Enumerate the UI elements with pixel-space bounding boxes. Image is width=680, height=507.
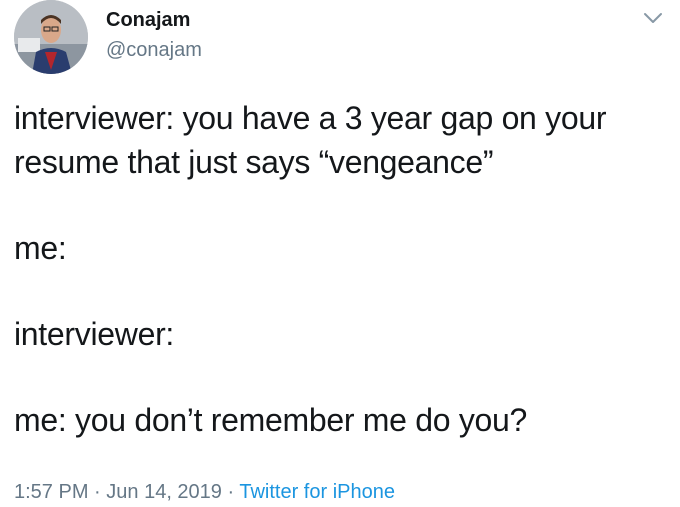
tweet-date[interactable]: Jun 14, 2019 bbox=[106, 481, 222, 503]
chevron-down-icon[interactable] bbox=[642, 10, 664, 26]
user-info: Conajam @conajam bbox=[106, 8, 202, 62]
tweet-meta: 1:57 PM · Jun 14, 2019 · Twitter for iPh… bbox=[14, 480, 395, 504]
tweet-line: interviewer: bbox=[14, 316, 175, 352]
tweet-time[interactable]: 1:57 PM bbox=[14, 481, 88, 503]
avatar-photo bbox=[14, 0, 88, 74]
tweet-line: interviewer: you have a 3 year gap on yo… bbox=[14, 100, 615, 180]
tweet-source-link[interactable]: Twitter for iPhone bbox=[239, 481, 395, 503]
meta-separator: · bbox=[221, 481, 240, 503]
meta-separator: · bbox=[88, 481, 107, 503]
tweet-text: interviewer: you have a 3 year gap on yo… bbox=[14, 96, 669, 442]
user-handle[interactable]: @conajam bbox=[106, 38, 202, 62]
tweet-line: me: bbox=[14, 230, 67, 266]
tweet-line: me: you don’t remember me do you? bbox=[14, 402, 528, 438]
display-name[interactable]: Conajam bbox=[106, 8, 202, 32]
tweet-card: Conajam @conajam interviewer: you have a… bbox=[0, 0, 680, 507]
avatar[interactable] bbox=[14, 0, 88, 74]
